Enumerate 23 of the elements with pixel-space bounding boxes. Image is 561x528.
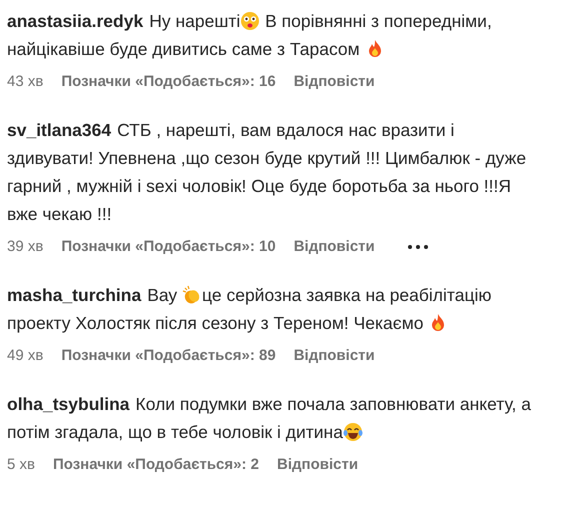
reply-button[interactable]: Відповісти (294, 238, 375, 256)
comment-time: 49 хв (7, 347, 44, 365)
reply-button[interactable]: Відповісти (277, 456, 358, 474)
comment-time: 39 хв (7, 238, 44, 256)
username-link[interactable]: sv_itlana364 (7, 120, 112, 140)
username-link[interactable]: olha_tsybulina (7, 394, 130, 414)
comment-text: masha_turchina Вау це серйозна заявка на реабілітацію проекту Холостяк після сезону з Тереном! Чекаємо (7, 284, 492, 335)
username-link[interactable]: masha_turchina (7, 285, 142, 305)
reply-button[interactable]: Відповісти (294, 347, 375, 365)
likes-count[interactable]: Позначки «Подобається»: 16 (61, 73, 276, 91)
comment-text: sv_itlana364 СТБ , нарешті, вам вдалося нас вразити і здивувати! Упевнена ,що сезон буде крутий !!! Цимбалюк - дуже гарний , мужній і sexi чоловік! Оце буде боротьба за нього !!!Я вже чекаю !!! (7, 119, 528, 226)
likes-count[interactable]: Позначки «Подобається»: 2 (52, 456, 259, 474)
likes-count[interactable]: Позначки «Подобається»: 89 (61, 347, 276, 365)
comment-time: 5 хв (7, 456, 35, 474)
comment-text: anastasiia.redyk Ну нарешті В порівнянні з попередніми, найцікавіше буде дивитись саме з Тарасом (7, 10, 493, 61)
laughing-face-icon (342, 422, 363, 442)
comment-text: olha_tsybulina Коли подумки вже почала заповнювати анкету, а потім згадала, що в тебе чоловік і дитина (7, 393, 532, 444)
more-options-icon[interactable] (406, 244, 429, 250)
likes-count[interactable]: Позначки «Подобається»: 10 (61, 238, 276, 256)
username-link[interactable]: anastasiia.redyk (7, 11, 144, 31)
reply-button[interactable]: Відповісти (294, 73, 375, 91)
flushed-face-icon (240, 11, 260, 31)
comment-time: 43 хв (7, 73, 44, 91)
